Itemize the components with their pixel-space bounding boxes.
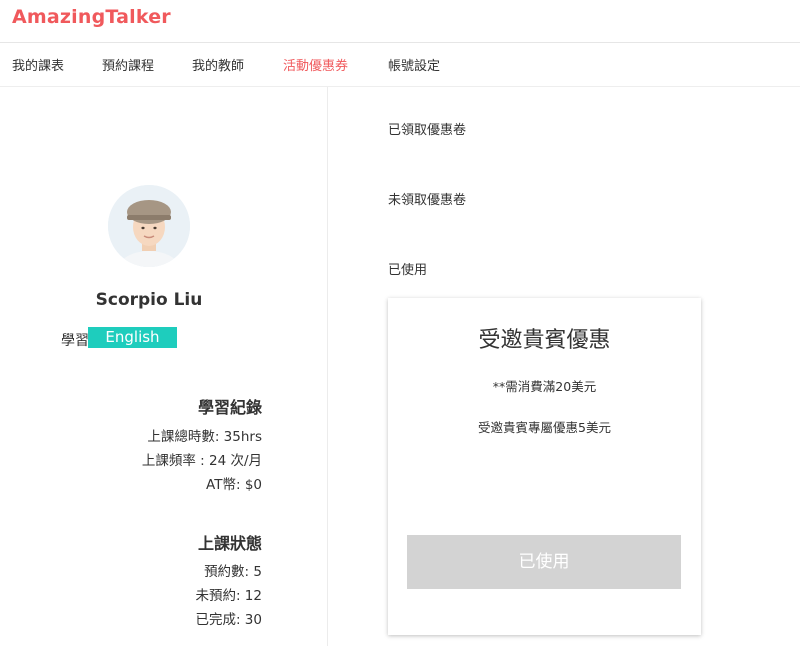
nav-item-my-teachers[interactable]: 我的教師 xyxy=(192,55,244,74)
nav-item-account-settings[interactable]: 帳號設定 xyxy=(388,55,440,74)
language-badge: English xyxy=(88,327,177,348)
nav-item-book-lesson[interactable]: 預約課程 xyxy=(102,55,154,74)
tab-used-coupons[interactable]: 已使用 xyxy=(388,259,427,278)
tab-unclaimed-coupons[interactable]: 未領取優惠卷 xyxy=(388,189,466,208)
stat-frequency: 上課頻率 : 24 次/月 xyxy=(141,453,262,469)
main-nav: 我的課表 預約課程 我的教師 活動優惠券 帳號設定 xyxy=(0,43,800,87)
column-divider xyxy=(327,87,328,646)
stat-not-booked: 未預約: 12 xyxy=(195,588,262,604)
study-record-title: 學習紀錄 xyxy=(197,398,262,417)
learning-label: 學習 xyxy=(61,333,89,349)
user-name: Scorpio Liu xyxy=(95,290,203,310)
avatar xyxy=(108,185,190,267)
used-button[interactable]: 已使用 xyxy=(407,535,681,589)
brand-logo[interactable]: AmazingTalker xyxy=(12,6,171,28)
nav-item-my-schedule[interactable]: 我的課表 xyxy=(12,55,64,74)
coupon-description: 受邀貴賓專屬優惠5美元 xyxy=(478,420,611,435)
coupon-condition: **需消費滿20美元 xyxy=(492,379,597,394)
stat-completed: 已完成: 30 xyxy=(195,612,262,628)
nav-item-coupons[interactable]: 活動優惠券 xyxy=(283,55,348,74)
class-status-title: 上課狀態 xyxy=(197,534,262,553)
top-bar: AmazingTalker xyxy=(0,0,800,43)
stat-at-coins: AT幣: $0 xyxy=(206,477,262,493)
avatar-image xyxy=(108,185,190,267)
coupon-card: 受邀貴賓優惠 **需消費滿20美元 受邀貴賓專屬優惠5美元 已使用 xyxy=(388,298,701,635)
coupon-title: 受邀貴賓優惠 xyxy=(478,328,611,353)
stat-booked: 預約數: 5 xyxy=(204,564,262,580)
stat-total-hours: 上課總時數: 35hrs xyxy=(147,429,262,445)
tab-claimed-coupons[interactable]: 已領取優惠卷 xyxy=(388,119,466,138)
